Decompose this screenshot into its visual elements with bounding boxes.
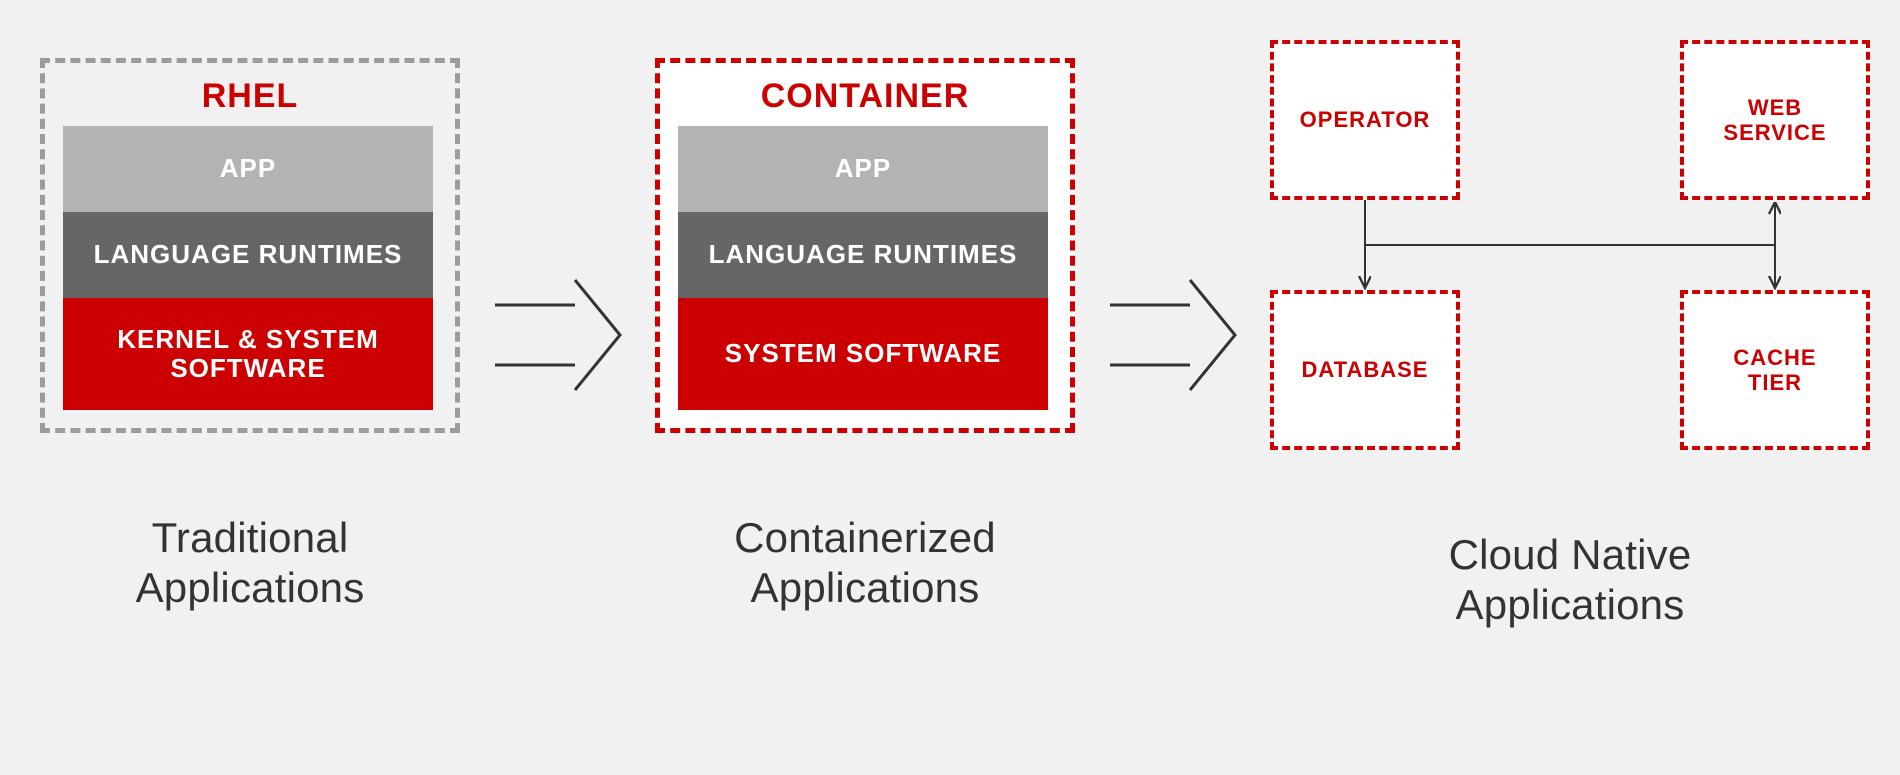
container-title: CONTAINER: [678, 73, 1052, 126]
arrow-icon: [490, 260, 625, 410]
panel-cloud-native: OPERATOR WEB SERVICE DATABASE CACHE TIER…: [1270, 40, 1870, 631]
rhel-box: RHEL APP LANGUAGE RUNTIMES KERNEL & SYST…: [40, 58, 460, 433]
container-stack: APP LANGUAGE RUNTIMES SYSTEM SOFTWARE: [678, 126, 1048, 410]
caption-traditional: Traditional Applications: [136, 513, 365, 614]
panel-container: CONTAINER APP LANGUAGE RUNTIMES SYSTEM S…: [655, 58, 1075, 614]
cloud-native-grid: OPERATOR WEB SERVICE DATABASE CACHE TIER: [1270, 40, 1870, 450]
layer-runtimes: LANGUAGE RUNTIMES: [63, 212, 433, 298]
arrow-icon: [1105, 260, 1240, 410]
layer-kernel: KERNEL & SYSTEM SOFTWARE: [63, 298, 433, 410]
container-box: CONTAINER APP LANGUAGE RUNTIMES SYSTEM S…: [655, 58, 1075, 433]
node-operator: OPERATOR: [1270, 40, 1460, 200]
caption-cloud-native: Cloud Native Applications: [1449, 530, 1692, 631]
caption-container: Containerized Applications: [734, 513, 996, 614]
layer-system-sw: SYSTEM SOFTWARE: [678, 298, 1048, 410]
node-database: DATABASE: [1270, 290, 1460, 450]
node-cache-tier: CACHE TIER: [1680, 290, 1870, 450]
panel-traditional: RHEL APP LANGUAGE RUNTIMES KERNEL & SYST…: [40, 58, 460, 614]
rhel-title: RHEL: [63, 73, 437, 126]
layer-app: APP: [63, 126, 433, 212]
layer-runtimes-2: LANGUAGE RUNTIMES: [678, 212, 1048, 298]
node-web-service: WEB SERVICE: [1680, 40, 1870, 200]
diagram-row: RHEL APP LANGUAGE RUNTIMES KERNEL & SYST…: [40, 40, 1860, 631]
rhel-stack: APP LANGUAGE RUNTIMES KERNEL & SYSTEM SO…: [63, 126, 433, 410]
layer-app-2: APP: [678, 126, 1048, 212]
